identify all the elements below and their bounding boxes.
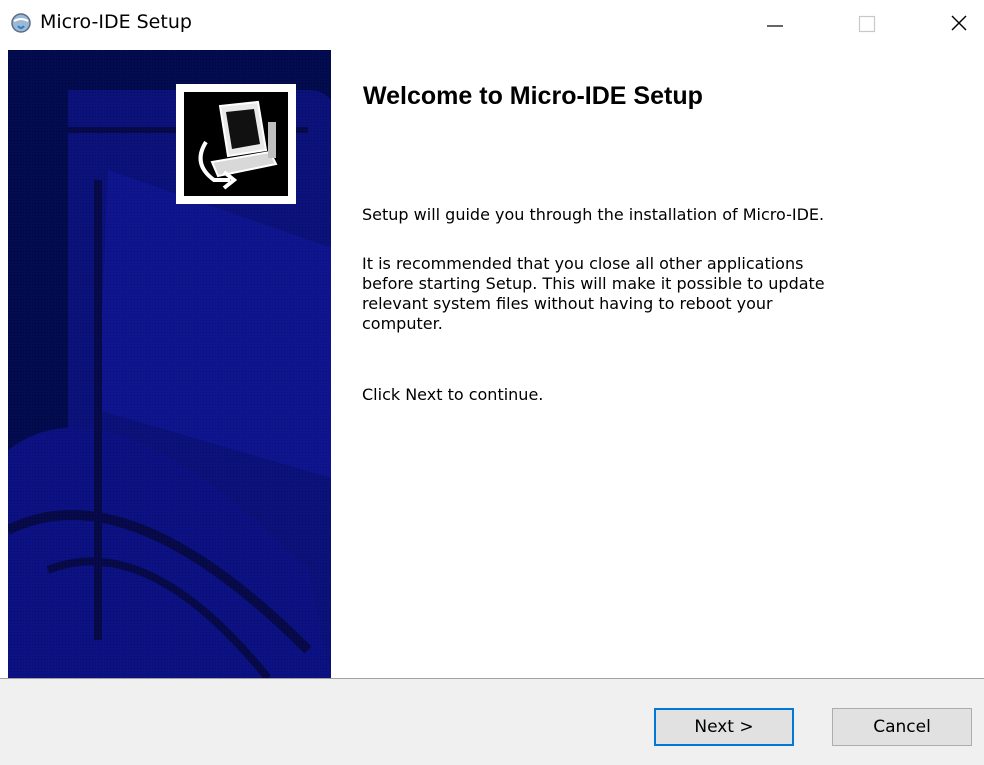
close-button[interactable]	[936, 0, 982, 46]
welcome-heading: Welcome to Micro-IDE Setup	[363, 82, 703, 110]
minimize-button[interactable]	[752, 0, 798, 46]
continue-hint: Click Next to continue.	[362, 385, 544, 404]
installer-logo	[176, 84, 296, 204]
next-button[interactable]: Next >	[654, 708, 794, 746]
computer-install-icon	[198, 100, 278, 190]
window-title: Micro-IDE Setup	[40, 11, 192, 33]
setup-globe-icon	[11, 13, 31, 33]
minimize-icon	[767, 25, 783, 27]
recommendation-text: It is recommended that you close all oth…	[362, 254, 825, 333]
close-icon	[951, 15, 967, 31]
maximize-icon	[858, 15, 876, 33]
title-bar: Micro-IDE Setup	[0, 0, 984, 46]
cancel-button[interactable]: Cancel	[832, 708, 972, 746]
intro-text: Setup will guide you through the install…	[362, 205, 825, 224]
maximize-button[interactable]	[844, 0, 890, 46]
